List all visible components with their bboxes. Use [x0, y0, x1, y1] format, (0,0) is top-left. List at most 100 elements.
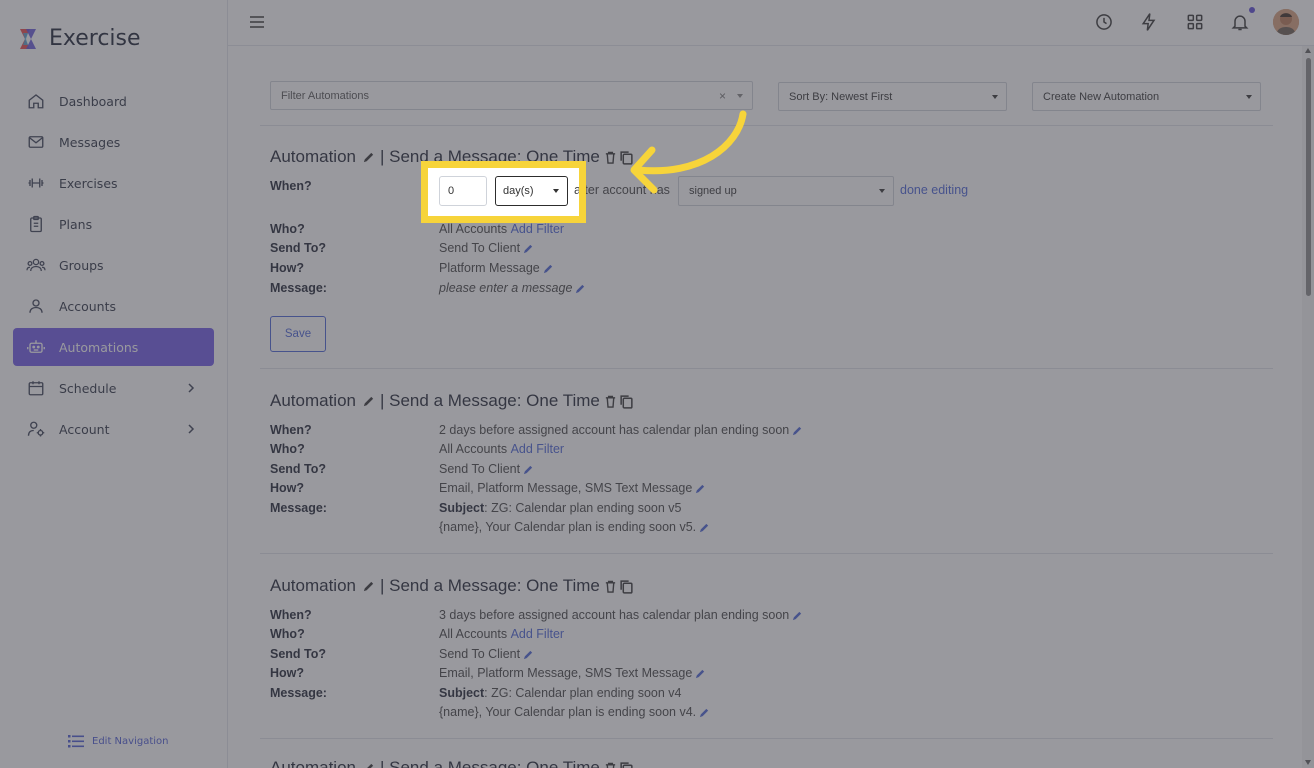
add-filter-link[interactable]: Add Filter — [511, 222, 565, 236]
pencil-icon[interactable] — [362, 762, 375, 768]
how-value: Platform Message — [439, 261, 540, 275]
avatar-image — [1273, 9, 1299, 35]
filter-placeholder: Filter Automations — [281, 89, 370, 102]
sidebar-item-label: Plans — [59, 216, 93, 232]
sidebar-item-schedule[interactable]: Schedule — [13, 369, 214, 407]
automation-title: Automation | Send a Message: One Time — [270, 758, 634, 768]
lightning-icon[interactable] — [1139, 12, 1159, 32]
when-value: 3 days before assigned account has calen… — [439, 608, 790, 622]
add-filter-link[interactable]: Add Filter — [511, 627, 565, 641]
sidebar-item-dashboard[interactable]: Dashboard — [13, 82, 214, 120]
bell-icon[interactable] — [1230, 12, 1250, 32]
sidebar-item-groups[interactable]: Groups — [13, 246, 214, 284]
pencil-icon[interactable] — [523, 243, 534, 254]
filter-automations-input[interactable]: Filter Automations × — [270, 81, 753, 110]
message-body-value: {name}, Your Calendar plan is ending soo… — [439, 705, 697, 719]
scroll-down-arrow-icon[interactable] — [1305, 760, 1311, 765]
who-value: All Accounts — [439, 627, 508, 641]
who-row: Who? All Accounts Add Filter — [270, 221, 564, 237]
pencil-icon[interactable] — [543, 263, 554, 274]
automation-title-prefix: Automation — [270, 758, 356, 768]
sidebar-item-plans[interactable]: Plans — [13, 205, 214, 243]
create-new-automation-select[interactable]: Create New Automation — [1032, 82, 1261, 111]
automation-title-prefix: Automation — [270, 576, 356, 595]
app-logo[interactable]: Exercise — [16, 26, 141, 51]
pencil-icon[interactable] — [695, 668, 706, 679]
automation-title-prefix: Automation — [270, 391, 356, 410]
message-label: Message: — [270, 281, 327, 295]
trigger-event-select[interactable]: signed up — [678, 176, 894, 206]
sidebar-item-automations[interactable]: Automations — [13, 328, 214, 366]
who-row: Who? All Accounts Add Filter — [270, 626, 564, 642]
dropdown-caret-icon — [879, 189, 885, 193]
when-row: When? 3 days before assigned account has… — [270, 607, 803, 623]
dropdown-caret-icon — [1246, 95, 1252, 99]
users-icon — [26, 255, 46, 275]
edit-navigation-link[interactable]: Edit Navigation — [68, 734, 168, 748]
when-value: 2 days before assigned account has calen… — [439, 423, 790, 437]
subject-label: Subject — [439, 686, 485, 700]
pencil-icon[interactable] — [523, 464, 534, 475]
automation-title-prefix: Automation — [270, 147, 356, 166]
trash-icon[interactable] — [604, 762, 617, 768]
create-new-automation-label: Create New Automation — [1043, 90, 1160, 103]
divider — [260, 368, 1273, 369]
trash-icon[interactable] — [604, 151, 617, 164]
sidebar-nav: Dashboard Messages Exercises Plans Group… — [13, 82, 214, 451]
vertical-scrollbar[interactable] — [1302, 46, 1314, 768]
pencil-icon[interactable] — [699, 707, 710, 718]
subject-label: Subject — [439, 501, 485, 515]
mail-icon — [26, 132, 46, 152]
when-label: When? — [270, 179, 312, 193]
copy-icon[interactable] — [619, 761, 634, 768]
automation-title: Automation | Send a Message: One Time — [270, 391, 634, 411]
save-button[interactable]: Save — [270, 316, 326, 352]
done-editing-link[interactable]: done editing — [900, 183, 968, 197]
send-to-label: Send To? — [270, 241, 327, 255]
message-label: Message: — [270, 686, 327, 700]
copy-icon[interactable] — [619, 150, 634, 165]
who-row: Who? All Accounts Add Filter — [270, 441, 564, 457]
pencil-icon[interactable] — [575, 283, 586, 294]
hamburger-menu-icon[interactable] — [249, 14, 265, 30]
copy-icon[interactable] — [619, 579, 634, 594]
send-to-label: Send To? — [270, 647, 327, 661]
avatar[interactable] — [1273, 9, 1299, 35]
add-filter-link[interactable]: Add Filter — [511, 442, 565, 456]
grid-icon[interactable] — [1185, 12, 1205, 32]
sidebar-item-label: Exercises — [59, 175, 118, 191]
pencil-icon[interactable] — [362, 395, 375, 408]
copy-icon[interactable] — [619, 394, 634, 409]
pencil-icon[interactable] — [699, 522, 710, 533]
message-body-value: {name}, Your Calendar plan is ending soo… — [439, 520, 697, 534]
offset-unit-select[interactable]: day(s) — [495, 176, 568, 206]
sidebar-item-account[interactable]: Account — [13, 410, 214, 448]
chevron-right-icon — [188, 383, 195, 393]
sidebar-item-messages[interactable]: Messages — [13, 123, 214, 161]
sidebar-item-exercises[interactable]: Exercises — [13, 164, 214, 202]
pencil-icon[interactable] — [792, 610, 803, 621]
automation-title-suffix: | Send a Message: One Time — [380, 576, 600, 595]
trash-icon[interactable] — [604, 395, 617, 408]
scrollbar-thumb[interactable] — [1306, 58, 1311, 296]
pencil-icon[interactable] — [523, 649, 534, 660]
trash-icon[interactable] — [604, 580, 617, 593]
clear-icon[interactable]: × — [719, 89, 726, 103]
home-icon — [26, 91, 46, 111]
clipboard-icon — [26, 214, 46, 234]
pencil-icon[interactable] — [362, 580, 375, 593]
app-name: Exercise — [49, 26, 141, 51]
top-bar — [228, 0, 1314, 46]
history-icon[interactable] — [1094, 12, 1114, 32]
pencil-icon[interactable] — [792, 425, 803, 436]
sidebar-item-accounts[interactable]: Accounts — [13, 287, 214, 325]
logo-icon — [20, 28, 36, 49]
automation-title-suffix: | Send a Message: One Time — [380, 147, 600, 166]
pencil-icon[interactable] — [695, 483, 706, 494]
pencil-icon[interactable] — [362, 151, 375, 164]
sidebar-item-label: Groups — [59, 257, 104, 273]
sort-by-select[interactable]: Sort By: Newest First — [778, 82, 1007, 111]
subject-value: : ZG: Calendar plan ending soon v4 — [484, 686, 682, 700]
offset-number-input[interactable]: 0 — [439, 176, 487, 206]
scroll-up-arrow-icon[interactable] — [1305, 48, 1311, 53]
